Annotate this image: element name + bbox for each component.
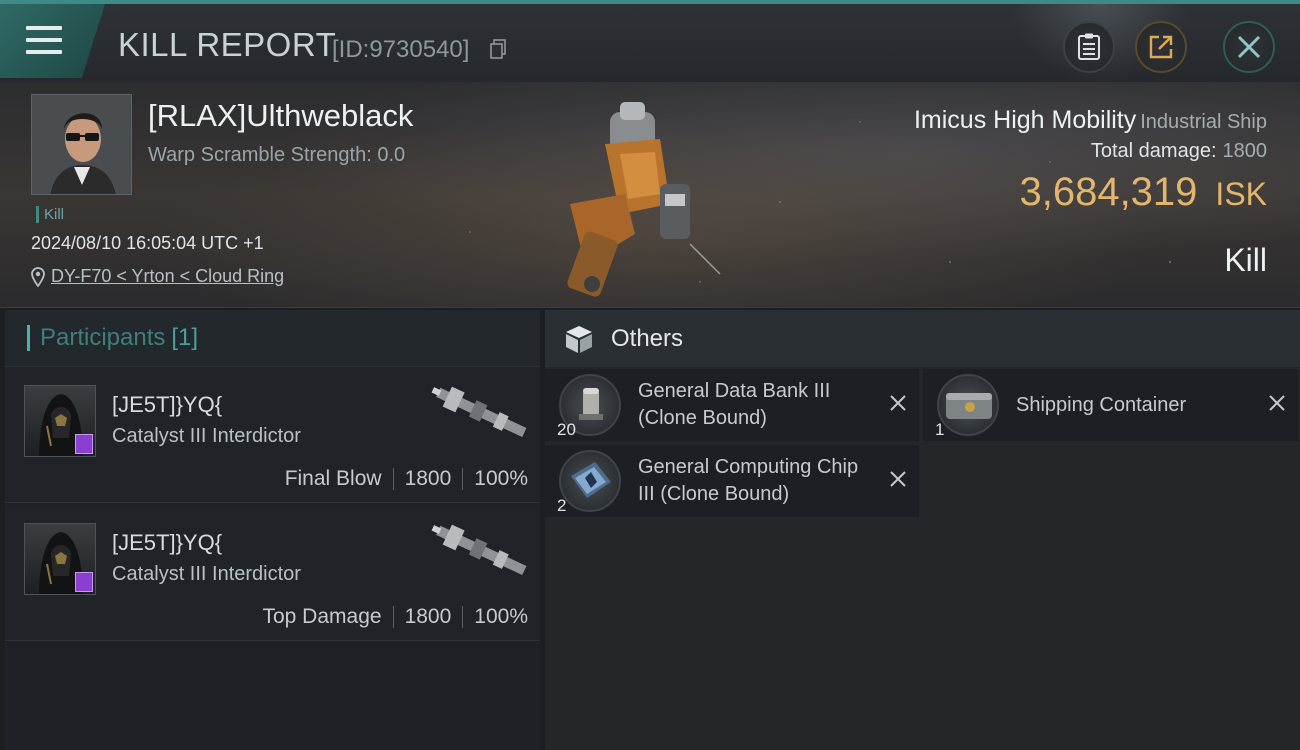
cargo-box-icon <box>566 325 592 353</box>
stat-divider <box>462 468 464 490</box>
participants-count: [1] <box>171 324 199 351</box>
export-button[interactable] <box>1135 21 1187 73</box>
page-title: KILL REPORT <box>118 26 337 63</box>
participant-role: Top Damage <box>262 605 382 628</box>
clipboard-button[interactable] <box>1063 21 1115 73</box>
weapon-module-icon <box>431 524 527 576</box>
total-damage-value: 1800 <box>1222 140 1268 162</box>
kill-tag: Kill <box>36 206 64 223</box>
participant-percent: 100% <box>474 467 528 490</box>
item-slot[interactable]: 2 General Computing Chip III (Clone Boun… <box>545 445 919 517</box>
isk-value: 3,684,319 ISK <box>1019 170 1267 215</box>
participant-damage: 1800 <box>404 605 452 628</box>
item-slot[interactable]: 1 Shipping Container <box>923 369 1298 441</box>
victim-ship-image <box>567 102 721 297</box>
header: KILL REPORT [ID:9730540] <box>0 0 1300 84</box>
others-header[interactable]: Others <box>545 310 1300 367</box>
copy-icon[interactable] <box>489 38 507 60</box>
others-label: Others <box>611 324 684 352</box>
result-label: Kill <box>1224 242 1267 278</box>
participant-percent: 100% <box>474 605 528 628</box>
participant-avatar[interactable] <box>24 385 96 457</box>
hamburger-menu-icon[interactable] <box>26 26 62 56</box>
ship-class: Industrial Ship <box>1140 111 1267 133</box>
item-name: General Computing Chip III (Clone Bound) <box>638 456 859 505</box>
item-quantity: 2 <box>557 496 567 515</box>
victim-name[interactable]: [RLAX]Ulthweblack <box>148 98 413 134</box>
participant-row[interactable]: [JE5T]}YQ{ Catalyst III Interdictor Top … <box>5 505 540 641</box>
close-button[interactable] <box>1223 21 1275 73</box>
kill-location[interactable]: DY-F70 < Yrton < Cloud Ring <box>31 266 284 287</box>
ship-name: Imicus High Mobility Industrial Ship <box>914 106 1267 135</box>
participant-stats: Top Damage 1800 100% <box>262 605 528 629</box>
stat-divider <box>462 606 464 628</box>
warp-scramble-strength: Warp Scramble Strength: 0.0 <box>148 144 406 166</box>
participants-label: Participants <box>40 324 166 351</box>
participants-header[interactable]: Participants [1] <box>5 310 540 367</box>
victim-banner: [RLAX]Ulthweblack Warp Scramble Strength… <box>0 82 1300 308</box>
participant-ship: Catalyst III Interdictor <box>112 425 301 447</box>
location-link[interactable]: DY-F70 < Yrton < Cloud Ring <box>51 266 284 287</box>
participant-damage: 1800 <box>404 467 452 490</box>
data-bank-icon: 20 <box>557 374 621 439</box>
item-quantity: 20 <box>557 420 576 439</box>
report-id: [ID:9730540] <box>332 36 470 63</box>
total-damage: Total damage: 1800 <box>1091 140 1267 163</box>
others-panel: Others 20 General Data Bank III (Clone B… <box>545 310 1300 750</box>
participant-ship: Catalyst III Interdictor <box>112 563 301 585</box>
clipboard-icon <box>1078 33 1100 60</box>
close-icon <box>1237 35 1261 59</box>
victim-portrait[interactable] <box>31 94 132 195</box>
participant-avatar[interactable] <box>24 523 96 595</box>
item-name: Shipping Container <box>1016 393 1187 416</box>
pilot-portrait-icon <box>32 95 131 194</box>
menu-button[interactable] <box>0 4 105 78</box>
item-name: General Data Bank III (Clone Bound) <box>638 380 831 429</box>
weapon-module-icon <box>431 386 527 438</box>
destroyed-x-icon <box>890 395 906 411</box>
header-accent-bar <box>27 325 30 351</box>
stat-divider <box>392 468 394 490</box>
total-damage-label: Total damage: <box>1090 140 1217 162</box>
participant-name[interactable]: [JE5T]}YQ{ <box>112 392 222 418</box>
container-icon: 1 <box>935 374 999 439</box>
participant-name[interactable]: [JE5T]}YQ{ <box>112 530 222 556</box>
participants-panel: Participants [1] [JE5T]}YQ{ Catalyst III… <box>5 310 540 750</box>
destroyed-x-icon <box>890 471 906 487</box>
destroyed-x-icon <box>1269 395 1285 411</box>
role-badge-icon <box>75 572 93 592</box>
location-pin-icon <box>31 266 45 287</box>
stat-divider <box>392 606 394 628</box>
participant-row[interactable]: [JE5T]}YQ{ Catalyst III Interdictor Fina… <box>5 367 540 503</box>
isk-unit: ISK <box>1215 176 1267 212</box>
item-quantity: 1 <box>935 420 945 439</box>
isk-amount: 3,684,319 <box>1019 170 1198 214</box>
role-badge-icon <box>75 434 93 454</box>
kill-datetime: 2024/08/10 16:05:04 UTC +1 <box>31 233 264 253</box>
participant-role: Final Blow <box>284 467 382 490</box>
export-icon <box>1149 35 1173 59</box>
ship-type-name[interactable]: Imicus High Mobility <box>914 106 1136 134</box>
chip-icon: 2 <box>557 450 621 515</box>
participant-stats: Final Blow 1800 100% <box>285 467 528 491</box>
item-slot[interactable]: 20 General Data Bank III (Clone Bound) <box>545 369 919 441</box>
